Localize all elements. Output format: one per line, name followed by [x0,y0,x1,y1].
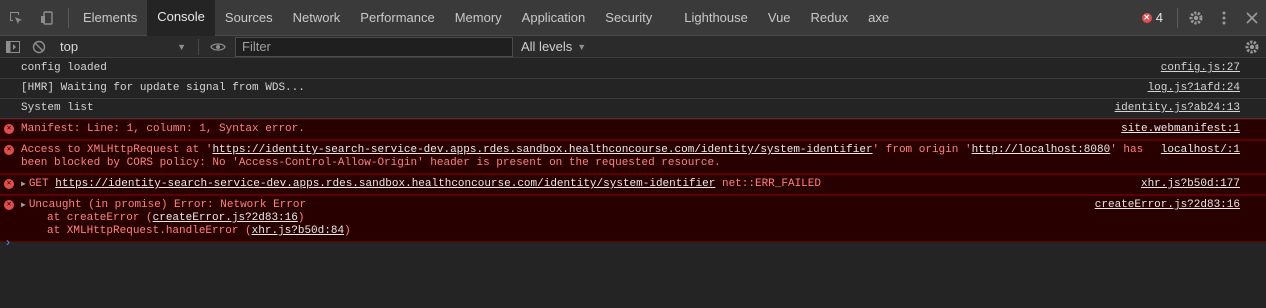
log-message: config loaded config.js:27 [0,59,1266,79]
devtools-tabbar: Elements Console Sources Network Perform… [0,0,1266,36]
request-url-link[interactable]: https://identity-search-service-dev.apps… [55,178,715,190]
divider [198,38,199,55]
message-prefix: Access to XMLHttpRequest at ' [21,144,213,156]
tab-security[interactable]: Security [595,0,662,36]
tab-axe[interactable]: axe [858,0,899,36]
tab-performance[interactable]: Performance [350,0,444,36]
paren: ) [297,212,305,224]
dropdown-arrow-icon: ▼ [577,41,587,52]
tab-console[interactable]: Console [147,0,215,36]
paren: ) [344,225,351,237]
levels-label: All levels [521,39,573,54]
message-text: config loaded [21,62,107,74]
console-settings-gear-icon[interactable] [1238,39,1266,55]
log-message: [HMR] Waiting for update signal from WDS… [0,79,1266,99]
source-link[interactable]: config.js:27 [1161,62,1240,75]
divider [1177,7,1178,28]
console-output: config loaded config.js:27 [HMR] Waiting… [0,59,1266,308]
console-prompt[interactable]: › [6,235,10,249]
expand-triangle-icon[interactable]: ▶ [21,201,26,210]
error-count: 4 [1155,10,1163,25]
error-icon: ✕ [4,200,14,210]
error-icon: ✕ [1141,12,1152,23]
error-counter[interactable]: ✕ 4 [1141,10,1163,25]
tab-application[interactable]: Application [512,0,596,36]
message-text: Manifest: Line: 1, column: 1, Syntax err… [21,123,305,135]
stack-link[interactable]: xhr.js?b50d:84 [252,225,344,237]
log-message: System list identity.js?ab24:13 [0,99,1266,119]
message-text: System list [21,102,94,114]
tab-memory[interactable]: Memory [445,0,512,36]
tab-sources[interactable]: Sources [215,0,283,36]
error-icon: ✕ [4,124,14,134]
error-message: ✕ Access to XMLHttpRequest at 'https://i… [0,140,1266,174]
error-message: ✕ ▶ GET https://identity-search-service-d… [0,174,1266,195]
filter-input[interactable] [235,36,513,57]
error-message: ✕ Manifest: Line: 1, column: 1, Syntax e… [0,119,1266,140]
request-status: net::ERR_FAILED [721,178,821,190]
close-devtools-icon[interactable] [1238,0,1266,36]
tab-lighthouse[interactable]: Lighthouse [674,0,758,36]
live-expression-eye-icon[interactable] [205,36,231,58]
origin-link[interactable]: http://localhost:8080 [972,144,1111,156]
source-link[interactable]: xhr.js?b50d:177 [1141,178,1240,191]
inspect-element-icon[interactable] [0,0,32,36]
console-toolbar: top ▼ All levels ▼ [0,36,1266,58]
source-link[interactable]: localhost/:1 [1161,144,1240,157]
error-icon: ✕ [4,179,14,189]
tab-vue[interactable]: Vue [758,0,801,36]
request-method: GET [28,178,49,190]
settings-gear-icon[interactable] [1182,0,1210,36]
expand-triangle-icon[interactable]: ▶ [21,180,26,189]
source-link[interactable]: createError.js?2d83:16 [1095,199,1240,212]
show-sidebar-icon[interactable] [0,36,26,58]
message-text: [HMR] Waiting for update signal from WDS… [21,82,305,94]
source-link[interactable]: site.webmanifest:1 [1121,123,1240,136]
error-message: ✕ ▶ Uncaught (in promise) Error: Network … [0,195,1266,242]
tab-network[interactable]: Network [283,0,351,36]
stack-prefix: at XMLHttpRequest.handleError ( [47,225,252,237]
device-toolbar-icon[interactable] [32,0,64,36]
context-value: top [60,39,79,54]
dropdown-arrow-icon: ▼ [177,41,186,52]
stack-link[interactable]: createError.js?2d83:16 [153,212,298,224]
tab-elements[interactable]: Elements [73,0,147,36]
log-levels-dropdown[interactable]: All levels ▼ [521,39,586,54]
source-link[interactable]: log.js?1afd:24 [1148,82,1240,95]
divider [68,7,69,28]
tabbar-right-controls: ✕ 4 [1141,0,1266,36]
error-icon: ✕ [4,145,14,155]
error-line: Uncaught (in promise) Error: Network Err… [28,199,307,211]
more-options-icon[interactable] [1210,0,1238,36]
context-selector[interactable]: top ▼ [52,36,192,58]
source-link[interactable]: identity.js?ab24:13 [1115,102,1240,115]
clear-console-icon[interactable] [26,36,52,58]
tab-redux[interactable]: Redux [801,0,859,36]
message-mid: ' from origin ' [872,144,972,156]
stack-prefix: at createError ( [47,212,153,224]
request-url-link[interactable]: https://identity-search-service-dev.apps… [212,144,872,156]
